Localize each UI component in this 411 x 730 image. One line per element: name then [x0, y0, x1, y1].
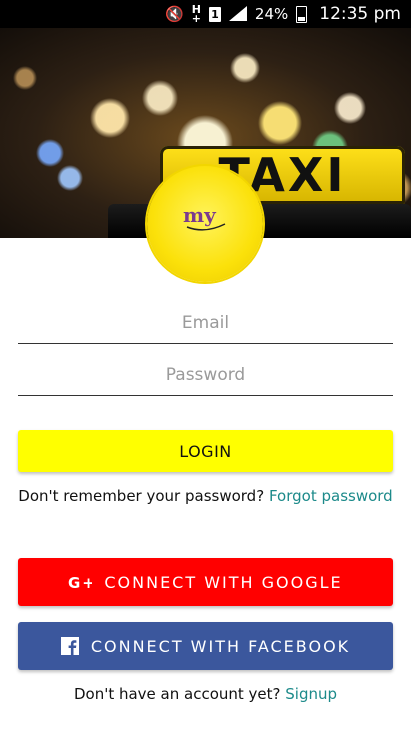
signup-row: Don't have an account yet? Signup — [0, 685, 411, 703]
forgot-password-prompt: Don't remember your password? — [18, 487, 265, 505]
connect-google-label: CONNECT WITH GOOGLE — [104, 572, 343, 592]
email-field[interactable] — [18, 312, 393, 334]
signal-icon — [228, 6, 247, 22]
battery-percent: 24% — [254, 5, 289, 23]
email-field-container — [18, 303, 393, 344]
connect-google-button[interactable]: G+ CONNECT WITH GOOGLE — [18, 558, 393, 606]
sim-icon: 1 — [208, 6, 221, 22]
status-bar: 🔇 H + 1 24% 12:35 pm — [0, 0, 411, 28]
svg-text:my: my — [183, 203, 217, 227]
login-button[interactable]: LOGIN — [18, 430, 393, 472]
facebook-icon — [60, 637, 79, 655]
clock: 12:35 pm — [319, 4, 401, 24]
password-field[interactable] — [18, 364, 393, 386]
app-logo: my — [147, 166, 263, 282]
connect-facebook-label: CONNECT WITH FACEBOOK — [90, 636, 351, 656]
forgot-password-link[interactable]: Forgot password — [269, 487, 393, 505]
mute-icon: 🔇 — [165, 5, 184, 23]
forgot-password-row: Don't remember your password? Forgot pas… — [0, 487, 411, 505]
connect-facebook-button[interactable]: CONNECT WITH FACEBOOK — [18, 622, 393, 670]
signup-link[interactable]: Signup — [285, 685, 337, 703]
signup-prompt: Don't have an account yet? — [73, 685, 281, 703]
svg-text:G+: G+ — [68, 574, 92, 590]
password-field-container — [18, 355, 393, 396]
battery-icon — [296, 5, 308, 23]
login-button-label: LOGIN — [179, 441, 232, 461]
network-type: H + — [191, 3, 201, 25]
logo-mark-icon: my — [183, 203, 226, 231]
google-plus-icon: G+ — [68, 574, 92, 590]
